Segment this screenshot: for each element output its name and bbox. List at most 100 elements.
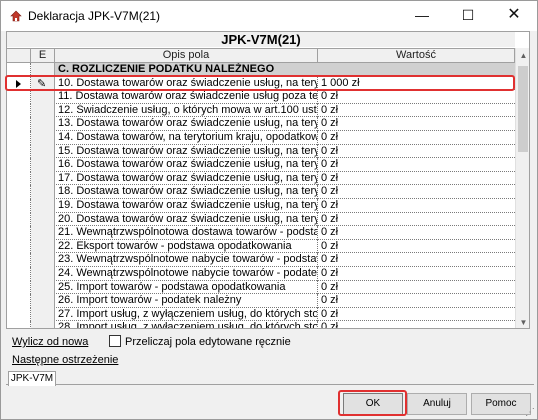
wartosc-cell[interactable]: 0 zł (318, 267, 515, 281)
row-indicator (7, 239, 31, 254)
wartosc-cell[interactable]: 0 zł (318, 185, 515, 199)
opis-cell: 25. Import towarów - podstawa opodatkowa… (55, 280, 318, 295)
window-title: Deklaracja JPK-V7M(21) (28, 9, 161, 23)
wartosc-cell[interactable]: 0 zł (318, 226, 515, 240)
header-opis-pola[interactable]: Opis pola (55, 48, 318, 63)
row-e-cell (31, 158, 55, 172)
wartosc-cell[interactable]: 0 zł (318, 104, 515, 118)
table-row[interactable]: 26. Import towarów - podatek należny 0 zł (7, 294, 515, 308)
row-indicator (7, 185, 31, 199)
header-wartosc[interactable]: Wartość (318, 48, 515, 63)
row-indicator (7, 307, 31, 322)
nastepne-ostrzezenie-link[interactable]: Następne ostrzeżenie (12, 354, 118, 366)
opis-cell: 27. Import usług, z wyłączeniem usług, d… (55, 307, 318, 322)
wartosc-cell[interactable]: 0 zł (318, 294, 515, 308)
wartosc-cell[interactable]: 0 zł (318, 240, 515, 254)
row-indicator (7, 158, 31, 172)
table-row[interactable]: 18. Dostawa towarów oraz świadczenie usł… (7, 185, 515, 199)
scroll-down-icon[interactable]: ▼ (516, 315, 529, 328)
wartosc-cell[interactable]: 0 zł (318, 158, 515, 172)
row-indicator (7, 171, 31, 186)
vertical-scrollbar[interactable]: ▲ ▼ (515, 48, 529, 328)
row-e-cell (31, 212, 55, 227)
table-row[interactable]: 21. Wewnątrzwspólnotowa dostawa towarów … (7, 226, 515, 240)
row-e-cell (31, 226, 55, 240)
row-e-cell (31, 198, 55, 213)
tab-bar: JPK-V7M (6, 371, 534, 386)
minimize-button[interactable]: — (399, 1, 445, 31)
opis-cell: 26. Import towarów - podatek należny (55, 294, 318, 308)
opis-cell: 17. Dostawa towarów oraz świadczenie usł… (55, 171, 318, 186)
opis-cell: 15. Dostawa towarów oraz świadczenie usł… (55, 144, 318, 159)
ok-button-highlight (338, 390, 407, 416)
table-row[interactable]: 14. Dostawa towarów, na terytorium kraju… (7, 130, 515, 145)
dialog-window: Deklaracja JPK-V7M(21) — ☐ ✕ JPK-V7M(21)… (0, 0, 538, 420)
row-e-cell (31, 130, 55, 145)
wartosc-cell[interactable]: 0 zł (318, 281, 515, 295)
wartosc-cell[interactable]: 0 zł (318, 172, 515, 186)
wartosc-cell[interactable]: 0 zł (318, 321, 515, 328)
row-e-cell (31, 103, 55, 118)
scroll-up-icon[interactable]: ▲ (516, 48, 529, 63)
przeliczaj-label[interactable]: Przeliczaj pola edytowane ręcznie (125, 336, 291, 348)
opis-cell: 20. Dostawa towarów oraz świadczenie usł… (55, 212, 318, 227)
row-e-cell (31, 144, 55, 159)
wartosc-cell[interactable]: 0 zł (318, 90, 515, 104)
help-button[interactable]: Pomoc (471, 393, 531, 415)
tab-jpk-v7m[interactable]: JPK-V7M (8, 371, 56, 386)
row-e-cell (31, 239, 55, 254)
row-e-cell (31, 185, 55, 199)
row-e-cell (31, 266, 55, 281)
table-row[interactable]: 15. Dostawa towarów oraz świadczenie usł… (7, 144, 515, 159)
header-e[interactable]: E (31, 48, 55, 63)
row-e-cell (31, 294, 55, 308)
wartosc-cell[interactable]: 0 zł (318, 213, 515, 227)
row-indicator (7, 294, 31, 308)
maximize-button[interactable]: ☐ (445, 1, 491, 31)
opis-cell: 22. Eksport towarów - podstawa opodatkow… (55, 239, 318, 254)
opis-cell: 11. Dostawa towarów oraz świadczenie usł… (55, 90, 318, 104)
row-indicator (7, 212, 31, 227)
table-row[interactable]: 24. Wewnątrzwspólnotowe nabycie towarów … (7, 266, 515, 281)
table-row[interactable]: 19. Dostawa towarów oraz świadczenie usł… (7, 198, 515, 213)
wartosc-cell[interactable]: 0 zł (318, 199, 515, 213)
row-indicator (7, 226, 31, 240)
opis-cell: 14. Dostawa towarów, na terytorium kraju… (55, 130, 318, 145)
table-row[interactable]: 16. Dostawa towarów oraz świadczenie usł… (7, 158, 515, 172)
wartosc-cell[interactable]: 0 zł (318, 145, 515, 159)
table-row[interactable]: 27. Import usług, z wyłączeniem usług, d… (7, 307, 515, 322)
resize-grip-icon[interactable]: ⋰ (525, 407, 535, 418)
title-bar: Deklaracja JPK-V7M(21) — ☐ ✕ (1, 1, 537, 31)
table-row[interactable]: 13. Dostawa towarów oraz świadczenie usł… (7, 117, 515, 131)
opis-cell: 16. Dostawa towarów oraz świadczenie usł… (55, 158, 318, 172)
table-row[interactable]: 25. Import towarów - podstawa opodatkowa… (7, 280, 515, 295)
row-indicator (7, 198, 31, 213)
wartosc-cell[interactable]: 0 zł (318, 308, 515, 322)
row-indicator (7, 280, 31, 295)
row-indicator (7, 103, 31, 118)
wartosc-cell[interactable]: 0 zł (318, 131, 515, 145)
opis-cell: 18. Dostawa towarów oraz świadczenie usł… (55, 185, 318, 199)
table-row[interactable]: 23. Wewnątrzwspólnotowe nabycie towarów … (7, 253, 515, 267)
close-button[interactable]: ✕ (491, 1, 537, 31)
scroll-thumb[interactable] (518, 66, 528, 152)
opis-cell: 23. Wewnątrzwspólnotowe nabycie towarów … (55, 253, 318, 267)
wartosc-cell[interactable]: 0 zł (318, 117, 515, 131)
table-row[interactable]: 28. Import usług, z wyłączeniem usług, d… (7, 321, 515, 328)
przeliczaj-checkbox[interactable] (109, 335, 121, 347)
grid-title: JPK-V7M(21) (7, 32, 515, 47)
table-row[interactable]: 20. Dostawa towarów oraz świadczenie usł… (7, 212, 515, 227)
wylicz-od-nowa-link[interactable]: Wylicz od nowa (12, 336, 88, 348)
table-row[interactable]: 17. Dostawa towarów oraz świadczenie usł… (7, 171, 515, 186)
opis-cell: 12. Świadczenie usług, o których mowa w … (55, 103, 318, 118)
opis-cell: 24. Wewnątrzwspólnotowe nabycie towarów … (55, 266, 318, 281)
table-row[interactable]: 12. Świadczenie usług, o których mowa w … (7, 103, 515, 118)
opis-cell: 19. Dostawa towarów oraz świadczenie usł… (55, 198, 318, 213)
table-row[interactable]: 22. Eksport towarów - podstawa opodatkow… (7, 239, 515, 254)
opis-cell: 21. Wewnątrzwspólnotowa dostawa towarów … (55, 226, 318, 240)
cancel-button[interactable]: Anuluj (407, 393, 467, 415)
wartosc-cell[interactable]: 0 zł (318, 253, 515, 267)
table-row[interactable]: 11. Dostawa towarów oraz świadczenie usł… (7, 90, 515, 104)
row-e-cell (31, 90, 55, 104)
opis-cell: 13. Dostawa towarów oraz świadczenie usł… (55, 117, 318, 131)
